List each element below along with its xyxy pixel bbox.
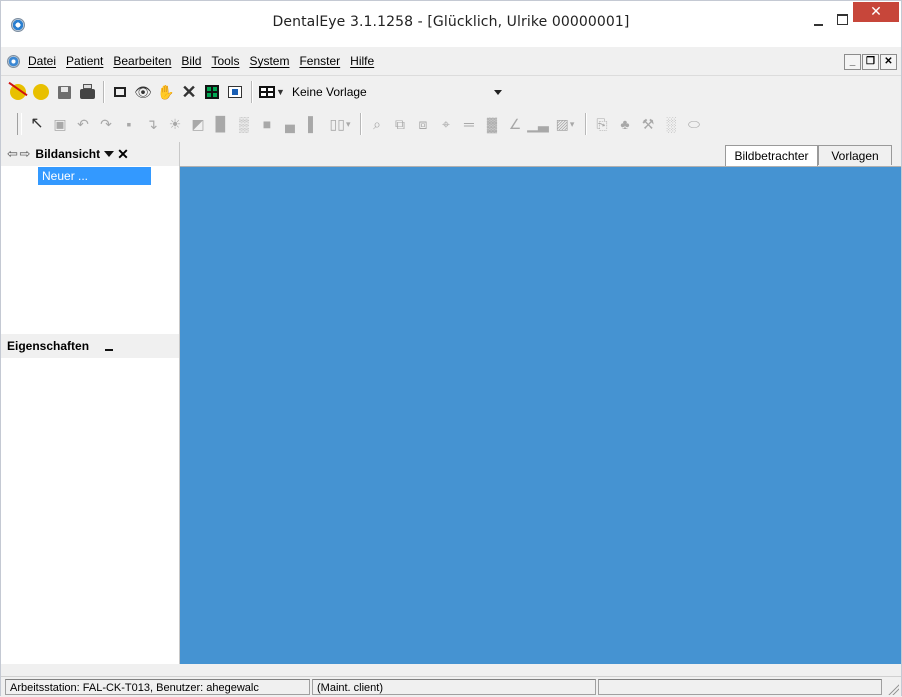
main-toolbar: 👁 ✋ ✕ ▼ Keine Vorlage xyxy=(1,77,901,107)
template-select[interactable]: Keine Vorlage xyxy=(288,81,510,103)
hand-icon[interactable]: ✋ xyxy=(155,81,177,103)
zoom-window-icon[interactable]: ⧈ xyxy=(412,113,434,135)
menu-fenster[interactable]: Fenster xyxy=(296,54,343,68)
angle-icon[interactable]: ∠ xyxy=(504,113,526,135)
close-button[interactable]: ✕ xyxy=(853,2,899,22)
redo-icon[interactable]: ↷ xyxy=(95,113,117,135)
measure-icon[interactable]: ═ xyxy=(458,113,480,135)
zoom-one-icon[interactable]: ⌖ xyxy=(435,113,457,135)
menu-system[interactable]: System xyxy=(246,54,292,68)
menu-datei[interactable]: Datei xyxy=(25,54,59,68)
undo-icon[interactable]: ↶ xyxy=(72,113,94,135)
document-icon[interactable] xyxy=(7,55,20,68)
minimize-button[interactable] xyxy=(809,15,829,31)
menu-bearbeiten[interactable]: Bearbeiten xyxy=(110,54,174,68)
mdi-minimize-button[interactable]: _ xyxy=(844,54,861,70)
menu-hilfe[interactable]: Hilfe xyxy=(347,54,377,68)
menu-bar: Datei Patient Bearbeiten Bild Tools Syst… xyxy=(1,49,901,76)
mdi-close-button[interactable]: ✕ xyxy=(880,54,897,70)
properties-body xyxy=(1,358,179,664)
status-extra xyxy=(598,679,882,695)
patient-remove-icon[interactable] xyxy=(7,81,29,103)
view-tabs: Bildbetrachter Vorlagen xyxy=(180,142,901,167)
mirror-icon[interactable]: ▌ xyxy=(302,113,324,135)
levels-icon[interactable]: ▨ ▾ xyxy=(550,113,580,135)
chevron-down-icon xyxy=(494,90,502,95)
annotate-icon[interactable]: ⚒ xyxy=(637,113,659,135)
layout-icon[interactable]: ▼ xyxy=(257,81,287,103)
chevron-down-icon: ▼ xyxy=(276,86,285,97)
menu-tools[interactable]: Tools xyxy=(208,54,242,68)
image-view-header: ⇦ ⇨ Bildansicht ✕ xyxy=(1,142,179,166)
histogram-icon[interactable]: ▁▃ xyxy=(527,113,549,135)
grid-icon[interactable] xyxy=(201,81,223,103)
zoom-fit-icon[interactable]: ⧉ xyxy=(389,113,411,135)
nav-arrows-icon[interactable]: ⇦ ⇨ xyxy=(7,146,30,162)
ruler-icon[interactable]: ▓ xyxy=(481,113,503,135)
maximize-button[interactable] xyxy=(832,11,852,29)
image-toolbar: ↖ ▣ ↶ ↷ ▪ ↴ ☀ ◩ ▉ ▒ ■ ▄ ▌ ▯▯ ▾ ⌕ ⧉ ⧈ ⌖ ═ … xyxy=(1,109,901,139)
gamma-icon[interactable]: ▄ xyxy=(279,113,301,135)
resize-grip-icon[interactable] xyxy=(887,683,899,695)
compare-icon[interactable]: ▯▯ ▾ xyxy=(325,113,355,135)
copy-icon[interactable]: ⎘ xyxy=(591,113,613,135)
chevron-down-icon: ▾ xyxy=(345,118,351,129)
tree-item-new[interactable]: Neuer ... xyxy=(38,167,151,185)
tab-bildbetrachter[interactable]: Bildbetrachter xyxy=(725,145,818,166)
lips-icon[interactable]: ⬭ xyxy=(683,113,705,135)
properties-title: Eigenschaften xyxy=(7,339,90,353)
close-icon[interactable]: ✕ xyxy=(117,146,129,163)
status-workstation: Arbeitsstation: FAL-CK-T013, Benutzer: a… xyxy=(5,679,310,695)
window-title: DentalEye 3.1.1258 - [Glücklich, Ulrike … xyxy=(272,14,630,30)
save-icon[interactable] xyxy=(53,81,75,103)
zoom-icon[interactable]: ⌕ xyxy=(366,113,388,135)
contrast-icon[interactable]: ◩ xyxy=(187,113,209,135)
image-viewer-area[interactable] xyxy=(180,167,901,664)
import-icon[interactable] xyxy=(224,81,246,103)
chevron-down-icon[interactable] xyxy=(104,151,115,157)
capture-icon[interactable]: ▣ xyxy=(49,113,71,135)
invert-icon[interactable]: ■ xyxy=(256,113,278,135)
rotate-icon[interactable]: ↴ xyxy=(141,113,163,135)
patient-add-icon[interactable] xyxy=(30,81,52,103)
delete-icon[interactable]: ✕ xyxy=(178,81,200,103)
minimize-icon[interactable] xyxy=(105,349,114,351)
status-mode: (Maint. client) xyxy=(312,679,596,695)
filter-icon[interactable]: ▒ xyxy=(233,113,255,135)
image-view-title: Bildansicht xyxy=(35,147,101,161)
menu-bild[interactable]: Bild xyxy=(178,54,204,68)
menu-patient[interactable]: Patient xyxy=(63,54,106,68)
app-window: DentalEye 3.1.1258 - [Glücklich, Ulrike … xyxy=(0,0,902,697)
flip-icon[interactable]: ▪ xyxy=(118,113,140,135)
texture-icon[interactable]: ░ xyxy=(660,113,682,135)
template-select-value: Keine Vorlage xyxy=(292,85,367,99)
binoculars-icon[interactable]: 👁 xyxy=(132,81,154,103)
status-bar: Arbeitsstation: FAL-CK-T013, Benutzer: a… xyxy=(1,676,901,697)
tab-vorlagen[interactable]: Vorlagen xyxy=(818,145,892,165)
left-panel: ⇦ ⇨ Bildansicht ✕ Neuer ... Eigenschafte… xyxy=(1,142,180,664)
new-window-icon[interactable] xyxy=(109,81,131,103)
title-bar: DentalEye 3.1.1258 - [Glücklich, Ulrike … xyxy=(1,1,901,47)
sharpen-icon[interactable]: ▉ xyxy=(210,113,232,135)
tooth-icon[interactable]: ♣ xyxy=(614,113,636,135)
brightness-icon[interactable]: ☀ xyxy=(164,113,186,135)
properties-header: Eigenschaften xyxy=(1,334,179,358)
print-icon[interactable] xyxy=(76,81,98,103)
select-icon[interactable]: ↖ xyxy=(26,113,48,135)
chevron-down-icon: ▾ xyxy=(569,118,575,129)
mdi-restore-button[interactable]: ❐ xyxy=(862,54,879,70)
